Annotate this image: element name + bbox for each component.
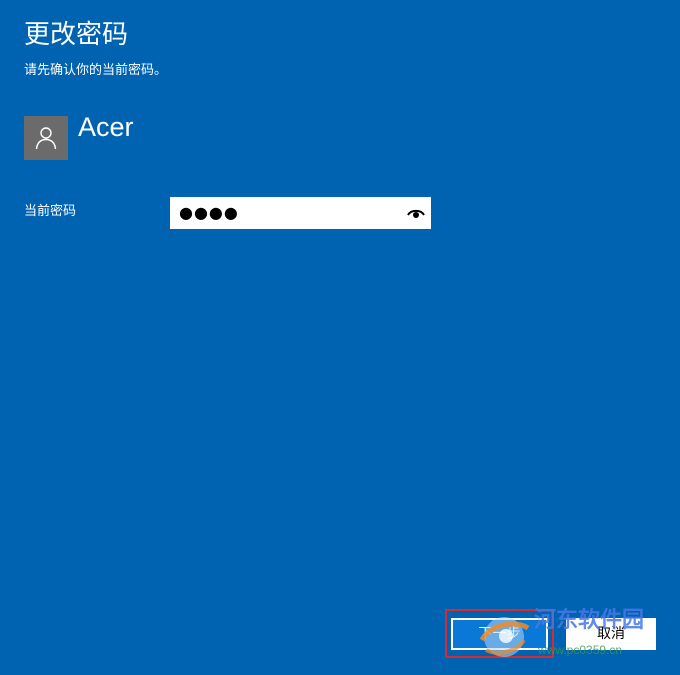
- user-name: Acer: [78, 112, 134, 142]
- dialog-title: 更改密码: [24, 20, 129, 50]
- cancel-button[interactable]: 取消: [566, 618, 656, 650]
- current-password-value[interactable]: ●●●●: [179, 202, 239, 224]
- current-password-label: 当前密码: [24, 204, 77, 219]
- dialog-subtitle: 请先确认你的当前密码。: [24, 63, 168, 78]
- user-avatar: [24, 116, 68, 160]
- current-password-field[interactable]: ●●●●: [170, 197, 431, 229]
- next-button[interactable]: 下一步: [451, 618, 548, 650]
- eye-icon[interactable]: [407, 206, 425, 220]
- person-icon: [35, 127, 57, 150]
